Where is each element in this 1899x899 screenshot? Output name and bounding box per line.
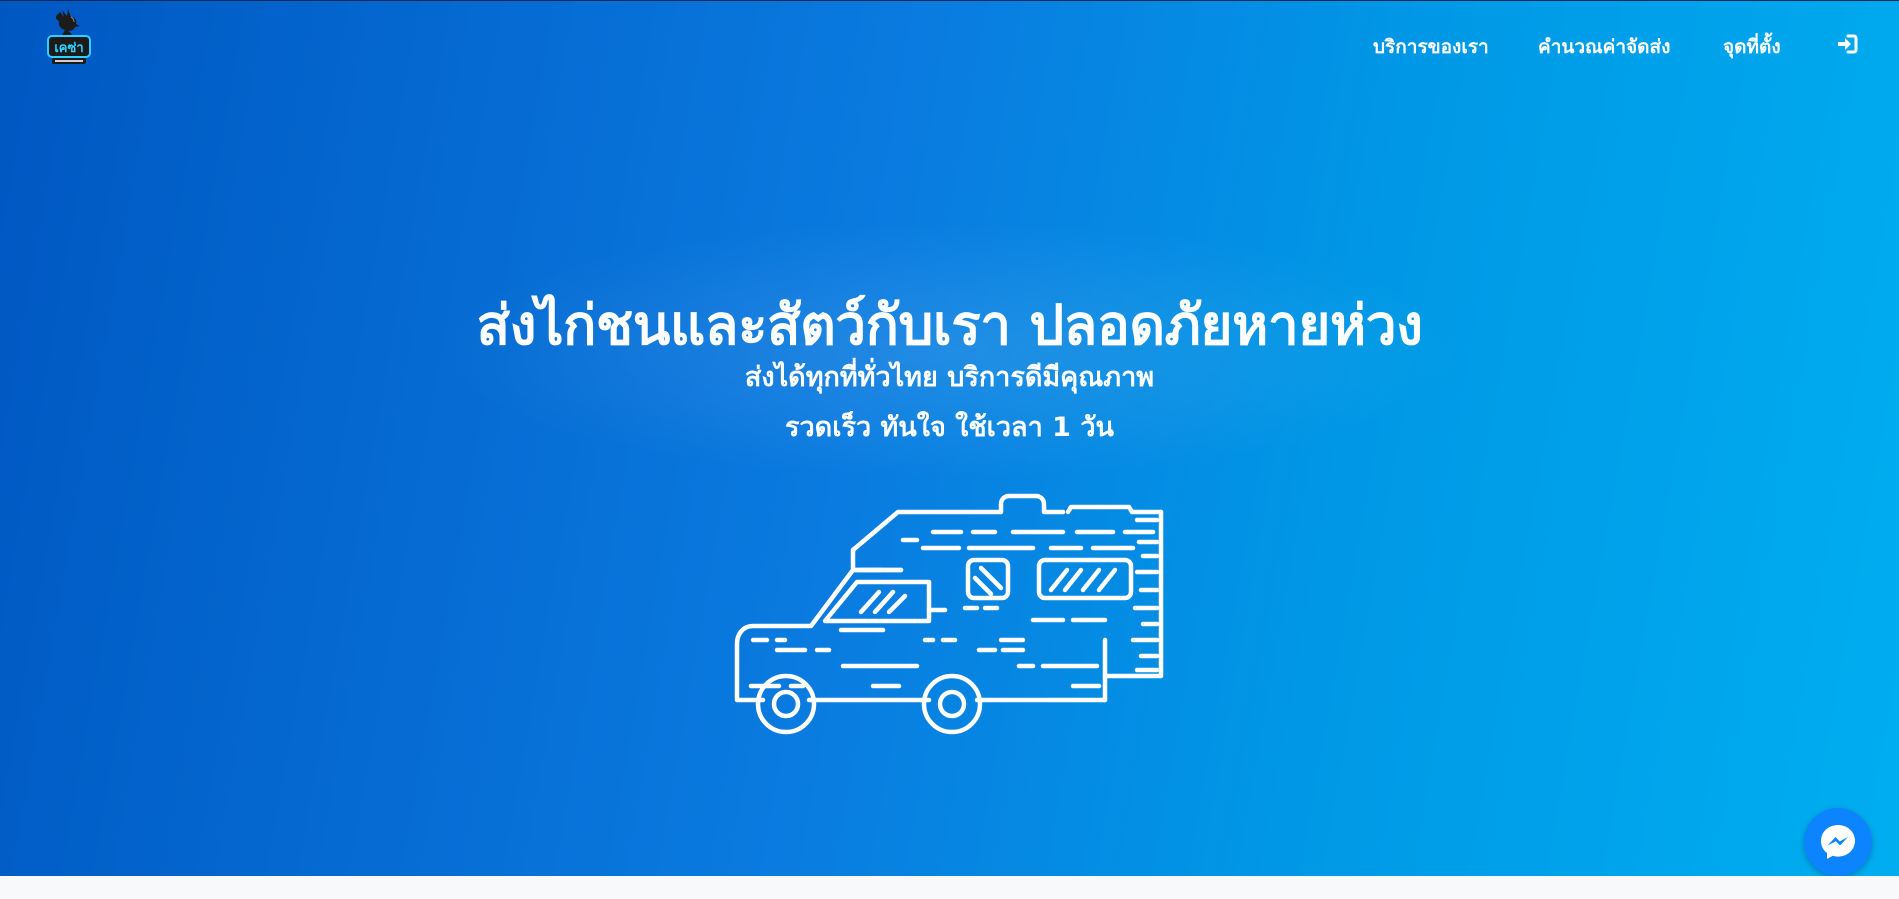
hero-subline-2: รวดเร็ว ทันใจ ใช้เวลา 1 วัน [785,412,1114,443]
rooster-logo-icon[interactable]: เคซ่า [44,8,94,66]
nav-item-shipping-calculator[interactable]: คำนวณค่าจัดส่ง [1538,32,1670,62]
top-border [0,0,1899,1]
hero-subline-1: ส่งได้ทุกที่ทั่วไทย บริการดีมีคุณภาพ [744,362,1155,393]
messenger-chat-button[interactable] [1804,808,1872,876]
page-footer-strip [0,876,1899,899]
logo-text: เคซ่า [54,41,83,56]
delivery-truck-icon [733,490,1165,740]
messenger-icon [1821,825,1855,859]
hero-section: เคซ่า บริการของเรา คำนวณค่าจัดส่ง จุดที่… [0,0,1899,876]
nav-item-location[interactable]: จุดที่ตั้ง [1723,32,1781,62]
nav-item-services[interactable]: บริการของเรา [1373,32,1489,62]
sign-in-icon[interactable] [1836,33,1858,55]
